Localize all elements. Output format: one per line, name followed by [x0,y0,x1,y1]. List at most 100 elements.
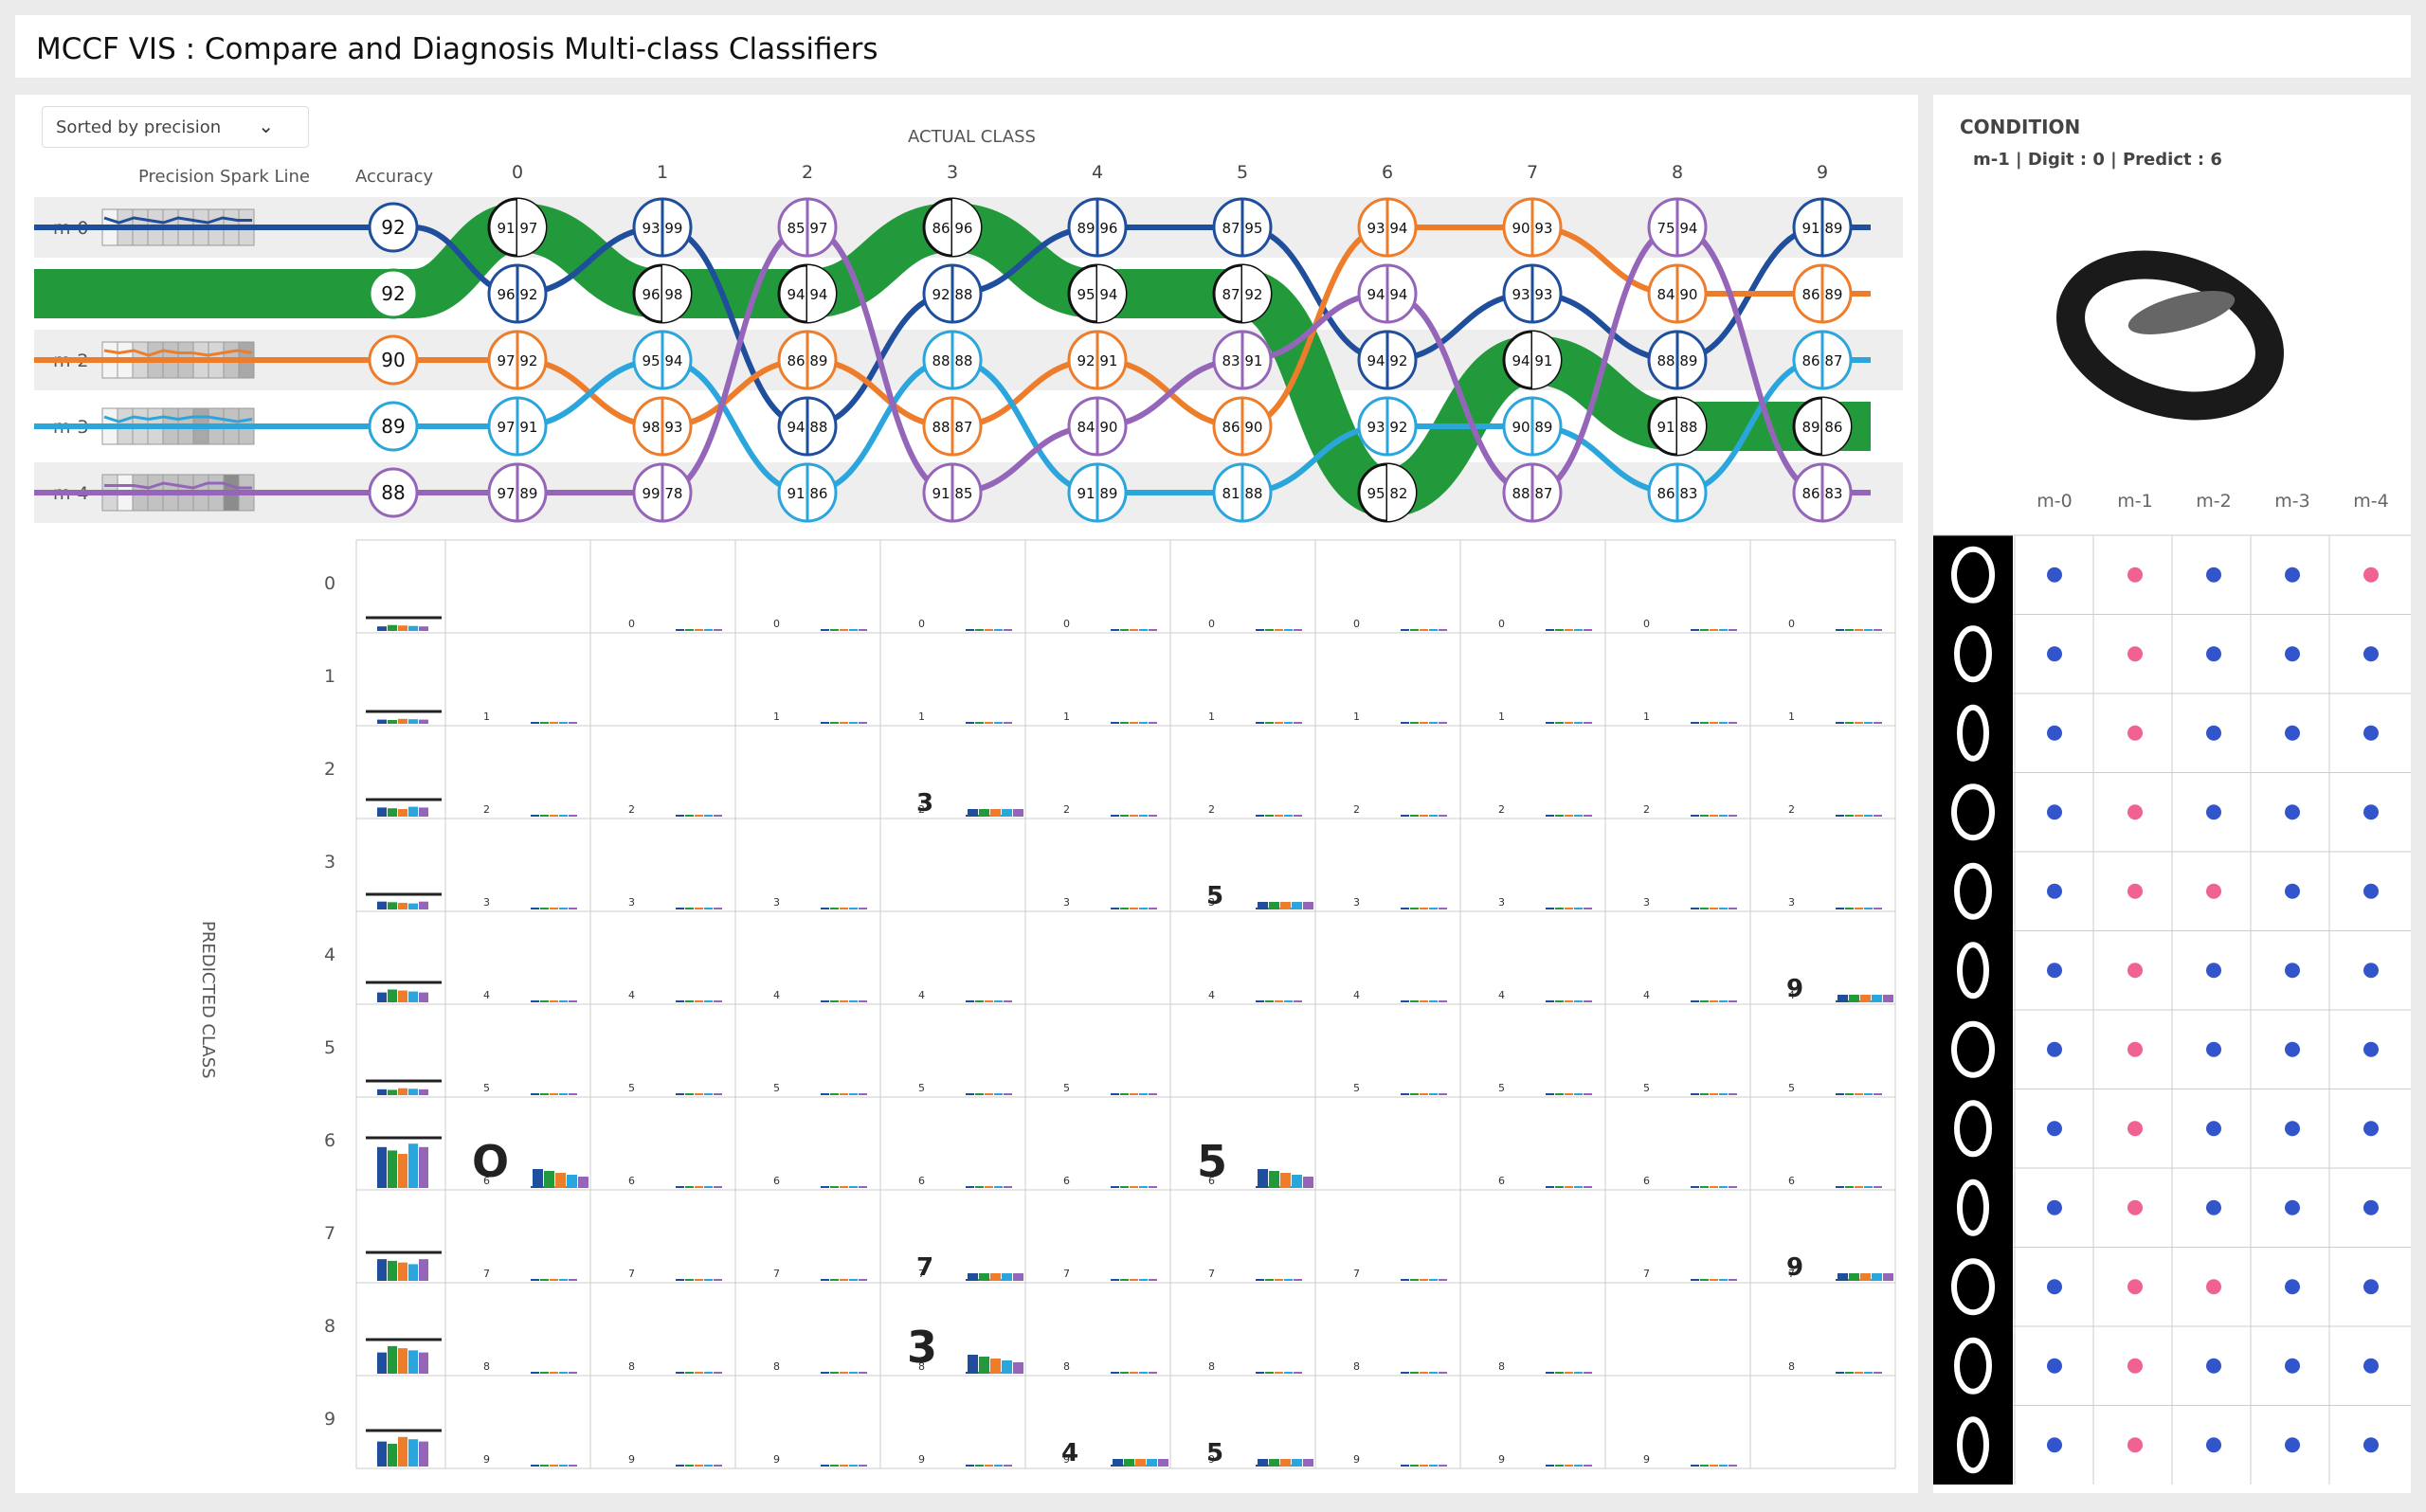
correct-dot[interactable] [2363,1437,2379,1453]
matrix-cell[interactable] [1749,1189,1896,1284]
matrix-cell[interactable] [1604,1003,1751,1098]
correct-dot[interactable] [2285,1041,2300,1057]
correct-dot[interactable] [2047,1121,2062,1137]
matrix-cell[interactable] [879,1189,1026,1284]
matrix-cell[interactable] [1169,1003,1316,1098]
correct-dot[interactable] [2285,1199,2300,1215]
correct-dot[interactable] [2363,883,2379,899]
matrix-cell[interactable] [1169,818,1316,912]
matrix-cell[interactable] [734,1003,881,1098]
correct-dot[interactable] [2047,1358,2062,1374]
matrix-cell[interactable] [1459,818,1606,912]
matrix-cell[interactable] [734,725,881,819]
matrix-cell[interactable] [1459,1375,1606,1469]
correct-dot[interactable] [2206,963,2221,979]
misclassified-digit-image[interactable]: 7 [916,1253,933,1282]
matrix-cell[interactable] [1749,1003,1896,1098]
matrix-cell[interactable] [1024,725,1171,819]
misclassified-digit-image[interactable]: 5 [1206,882,1223,910]
matrix-cell[interactable] [879,818,1026,912]
matrix-cell[interactable] [444,1189,591,1284]
matrix-cell[interactable] [1169,632,1316,727]
wrong-dot[interactable] [2127,725,2143,741]
matrix-cell[interactable] [444,1282,591,1377]
matrix-cell[interactable] [1169,539,1316,634]
matrix-cell[interactable] [1024,632,1171,727]
matrix-cell[interactable] [1314,1189,1461,1284]
misclassified-digit-image[interactable]: O [472,1136,509,1187]
matrix-cell[interactable] [1169,725,1316,819]
matrix-cell[interactable] [1604,1375,1751,1469]
matrix-cell[interactable] [1749,1096,1896,1191]
misclassified-digit-image[interactable]: 5 [1206,1439,1223,1467]
matrix-cell[interactable] [1604,910,1751,1005]
matrix-cell[interactable] [879,910,1026,1005]
matrix-cell[interactable] [1024,1375,1171,1469]
correct-dot[interactable] [2363,725,2379,741]
correct-dot[interactable] [2363,1358,2379,1374]
correct-dot[interactable] [2206,804,2221,820]
matrix-cell[interactable] [444,725,591,819]
matrix-cell[interactable] [734,1375,881,1469]
correct-dot[interactable] [2206,567,2221,583]
matrix-cell[interactable] [1024,818,1171,912]
matrix-cell[interactable] [589,725,736,819]
wrong-dot[interactable] [2363,567,2379,583]
misclassified-digit-image[interactable]: 3 [907,1322,937,1373]
matrix-cell[interactable] [1749,910,1896,1005]
matrix-cell[interactable] [879,1375,1026,1469]
correct-dot[interactable] [2285,1358,2300,1374]
matrix-cell[interactable] [1314,632,1461,727]
wrong-dot[interactable] [2206,1279,2221,1295]
correct-dot[interactable] [2206,1199,2221,1215]
correct-dot[interactable] [2047,725,2062,741]
wrong-dot[interactable] [2127,1121,2143,1137]
correct-dot[interactable] [2047,1041,2062,1057]
matrix-cell[interactable] [444,1375,591,1469]
matrix-cell[interactable] [589,910,736,1005]
matrix-cell[interactable] [1024,1003,1171,1098]
matrix-cell[interactable] [444,1003,591,1098]
correct-dot[interactable] [2047,883,2062,899]
correct-dot[interactable] [2363,1121,2379,1137]
correct-dot[interactable] [2206,646,2221,662]
wrong-dot[interactable] [2127,963,2143,979]
matrix-cell[interactable] [589,818,736,912]
matrix-cell[interactable] [1314,910,1461,1005]
correct-dot[interactable] [2363,963,2379,979]
matrix-cell[interactable] [1604,725,1751,819]
matrix-cell[interactable] [1604,818,1751,912]
matrix-cell[interactable] [589,632,736,727]
matrix-cell[interactable] [1604,1282,1751,1377]
matrix-cell[interactable] [1459,1189,1606,1284]
matrix-cell[interactable] [1024,1189,1171,1284]
matrix-cell[interactable] [1459,910,1606,1005]
wrong-dot[interactable] [2206,883,2221,899]
matrix-cell[interactable] [1749,632,1896,727]
matrix-cell[interactable] [589,539,736,634]
matrix-cell[interactable] [1459,1003,1606,1098]
matrix-cell[interactable] [589,1189,736,1284]
misclassified-digit-image[interactable]: 4 [1061,1439,1078,1467]
correct-dot[interactable] [2285,804,2300,820]
matrix-cell[interactable] [879,1096,1026,1191]
matrix-cell[interactable] [589,1375,736,1469]
matrix-cell[interactable] [1314,1282,1461,1377]
misclassified-digit-image[interactable]: 3 [916,789,933,818]
matrix-cell[interactable] [1314,818,1461,912]
matrix-cell[interactable] [734,1189,881,1284]
matrix-cell[interactable] [1024,1282,1171,1377]
matrix-cell[interactable] [1459,1282,1606,1377]
wrong-dot[interactable] [2127,1041,2143,1057]
correct-dot[interactable] [2285,1121,2300,1137]
wrong-dot[interactable] [2127,646,2143,662]
correct-dot[interactable] [2206,1121,2221,1137]
matrix-cell[interactable] [589,1096,736,1191]
correct-dot[interactable] [2285,646,2300,662]
matrix-cell[interactable] [1024,1096,1171,1191]
correct-dot[interactable] [2047,804,2062,820]
correct-dot[interactable] [2363,1199,2379,1215]
matrix-cell[interactable] [734,1096,881,1191]
correct-dot[interactable] [2206,1437,2221,1453]
matrix-cell[interactable] [1169,1375,1316,1469]
